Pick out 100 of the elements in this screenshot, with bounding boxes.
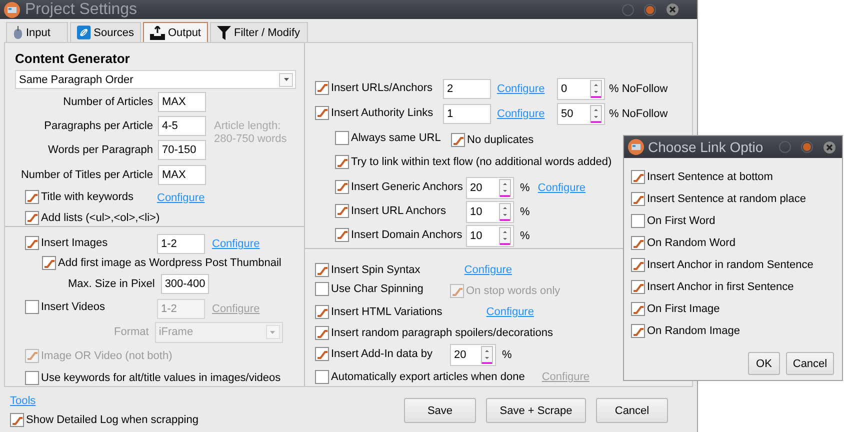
text-field[interactable]: 70-150 bbox=[158, 140, 206, 160]
option-label: Automatically export articles when done bbox=[331, 370, 525, 384]
checkbox[interactable] bbox=[315, 326, 329, 340]
dialog-button[interactable]: OK bbox=[748, 352, 780, 375]
option-label: Insert Add-In data by bbox=[331, 347, 433, 362]
option-label: Show Detailed Log when scrapping bbox=[26, 413, 198, 427]
option-label: Use Char Spinning bbox=[331, 282, 424, 296]
option-label: Add first image as Wordpress Post Thumbnail bbox=[58, 256, 282, 270]
window-maximize-button[interactable] bbox=[644, 4, 656, 16]
checkbox[interactable] bbox=[315, 80, 329, 95]
text-field[interactable]: 1-2 bbox=[157, 234, 205, 254]
checkbox[interactable] bbox=[631, 258, 645, 272]
checkbox[interactable] bbox=[335, 228, 349, 242]
checkbox[interactable] bbox=[42, 256, 56, 270]
app-icon bbox=[628, 139, 644, 155]
window-title: Project Settings bbox=[25, 0, 138, 18]
checkbox[interactable] bbox=[631, 214, 645, 228]
option-label: No duplicates bbox=[467, 133, 534, 147]
option-label: Insert Authority Links bbox=[331, 106, 434, 120]
spinner-field[interactable]: 20 bbox=[466, 176, 514, 198]
checkbox[interactable] bbox=[335, 204, 349, 218]
option-label: Insert Generic Anchors bbox=[351, 180, 463, 194]
checkbox[interactable] bbox=[25, 190, 39, 204]
option-label: Max. Size in Pixel bbox=[68, 276, 155, 290]
option-label: Insert URL Anchors bbox=[351, 204, 446, 218]
option-label: % NoFollow bbox=[609, 106, 668, 120]
checkbox[interactable] bbox=[335, 155, 349, 169]
field-label: Words per Paragraph bbox=[47, 143, 153, 157]
text-field[interactable]: 2 bbox=[443, 78, 491, 98]
close-icon[interactable] bbox=[666, 3, 679, 16]
option-label: Insert Sentence at bottom bbox=[647, 170, 773, 184]
option-label: Always same URL bbox=[351, 131, 441, 145]
checkbox[interactable] bbox=[315, 347, 329, 362]
spinner-field[interactable]: 10 bbox=[466, 224, 514, 246]
upload-tray-icon bbox=[150, 26, 165, 40]
filter-icon bbox=[217, 26, 231, 40]
text-field[interactable]: 300-400 bbox=[160, 274, 209, 294]
text-field[interactable]: 1 bbox=[443, 104, 491, 124]
mouse-icon bbox=[13, 26, 23, 40]
checkbox[interactable] bbox=[315, 305, 329, 319]
dialog-button[interactable]: Save + Scrape bbox=[486, 398, 586, 423]
checkbox[interactable] bbox=[315, 282, 329, 296]
close-icon[interactable] bbox=[823, 140, 836, 154]
checkbox[interactable] bbox=[315, 370, 329, 384]
checkbox[interactable] bbox=[631, 302, 645, 316]
checkbox[interactable] bbox=[631, 236, 645, 250]
tab[interactable]: Output bbox=[143, 22, 208, 42]
checkbox[interactable] bbox=[631, 192, 645, 206]
spinner-field[interactable]: 10 bbox=[466, 200, 514, 222]
checkbox[interactable] bbox=[25, 371, 39, 385]
text-field[interactable]: MAX bbox=[158, 92, 206, 112]
spinner-arrows-icon bbox=[499, 202, 511, 220]
checkbox[interactable] bbox=[335, 180, 349, 194]
option-label: Format bbox=[114, 325, 149, 339]
option-label: On stop words only bbox=[466, 284, 560, 298]
option-label: Add lists (<ul>,<ol>,<li>) bbox=[41, 210, 160, 224]
tab[interactable]: Filter / Modify bbox=[210, 22, 308, 42]
tab[interactable]: Input bbox=[6, 22, 68, 42]
caret-icon bbox=[266, 325, 280, 339]
text-field[interactable]: 4-5 bbox=[158, 116, 206, 136]
checkbox[interactable] bbox=[451, 133, 465, 147]
field-label: Number of Articles bbox=[62, 95, 153, 109]
field-label: Paragraphs per Article bbox=[43, 119, 153, 133]
caret-icon bbox=[279, 72, 293, 86]
checkbox[interactable] bbox=[631, 324, 645, 338]
checkbox[interactable] bbox=[10, 413, 24, 427]
option-label: % bbox=[502, 348, 512, 362]
option-label: On First Word bbox=[647, 214, 716, 228]
spinner-arrows-icon bbox=[499, 226, 511, 244]
option-label: % bbox=[520, 204, 530, 218]
checkbox[interactable] bbox=[25, 210, 39, 224]
option-label: Try to link within text flow (no additional words added) bbox=[351, 155, 612, 169]
checkbox[interactable] bbox=[335, 131, 349, 145]
spinner-field[interactable]: 0 bbox=[557, 78, 605, 100]
dialog-button[interactable]: Cancel bbox=[596, 398, 668, 423]
dialog-button[interactable]: Save bbox=[404, 398, 476, 423]
mode-dropdown[interactable]: Same Paragraph Order bbox=[15, 70, 296, 89]
section-heading: Content Generator bbox=[15, 51, 131, 67]
option-label: On First Image bbox=[647, 302, 720, 316]
spinner-field[interactable]: 50 bbox=[557, 102, 605, 124]
checkbox[interactable] bbox=[315, 263, 329, 277]
option-label: Insert Sentence at random place bbox=[647, 192, 806, 206]
checkbox[interactable] bbox=[631, 280, 645, 294]
text-field[interactable]: MAX bbox=[158, 165, 206, 185]
dialog-button[interactable]: Cancel bbox=[786, 352, 834, 375]
spinner-field[interactable]: 20 bbox=[450, 344, 496, 366]
option-label: Insert HTML Variations bbox=[331, 305, 442, 319]
option-label: Insert Anchor in first Sentence bbox=[647, 280, 794, 294]
option-label: % NoFollow bbox=[609, 82, 668, 96]
checkbox[interactable] bbox=[631, 170, 645, 184]
option-label: On Random Image bbox=[647, 324, 740, 338]
spinner-arrows-icon bbox=[481, 346, 493, 364]
window-maximize-button[interactable] bbox=[801, 141, 813, 153]
checkbox[interactable] bbox=[315, 106, 329, 120]
option-label: On Random Word bbox=[647, 236, 736, 250]
tab[interactable]: Sources bbox=[70, 22, 141, 42]
dialog-title: Choose Link Optio bbox=[648, 139, 764, 155]
checkbox[interactable] bbox=[25, 236, 39, 250]
link-icon bbox=[77, 25, 91, 40]
option-label: % bbox=[520, 228, 530, 242]
